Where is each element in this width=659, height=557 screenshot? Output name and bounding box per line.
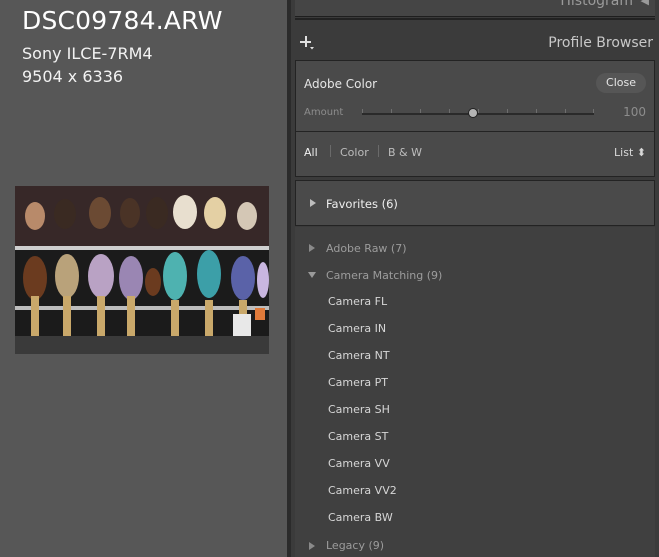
profile-browser-header: Profile Browser <box>291 26 659 60</box>
amount-slider-track[interactable] <box>362 113 594 115</box>
preview-area: DSC09784.ARW Sony ILCE-7RM4 9504 x 6336 <box>0 0 287 557</box>
histogram-label: Histogram <box>560 0 633 9</box>
slider-tick <box>536 109 537 113</box>
slider-tick <box>478 109 479 113</box>
close-button[interactable]: Close <box>596 73 646 93</box>
panel-title: Profile Browser <box>548 35 653 51</box>
updown-chevron-icon: ⬍ <box>636 146 646 159</box>
slider-tick <box>449 109 450 113</box>
histogram-header[interactable]: Histogram ◀ <box>295 0 655 17</box>
group-adobe-raw[interactable]: Adobe Raw (7) <box>326 242 407 255</box>
slider-tick <box>362 109 363 113</box>
view-mode-select[interactable]: List ⬍ <box>614 146 646 159</box>
profile-item[interactable]: Camera BW <box>328 511 393 524</box>
profile-item[interactable]: Camera IN <box>328 322 386 335</box>
disclosure-triangle-open-icon[interactable] <box>308 272 316 278</box>
profile-groups-list: Adobe Raw (7) Camera Matching (9) Camera… <box>295 227 655 557</box>
favorites-label[interactable]: Favorites (6) <box>326 197 398 211</box>
group-legacy[interactable]: Legacy (9) <box>326 539 384 552</box>
profile-item[interactable]: Camera FL <box>328 295 387 308</box>
filter-separator <box>378 145 379 157</box>
slider-tick <box>391 109 392 113</box>
amount-label: Amount <box>304 107 344 118</box>
amount-slider-thumb[interactable] <box>468 108 479 118</box>
slider-tick <box>593 109 594 113</box>
active-profile-name: Adobe Color <box>304 77 378 91</box>
filter-all[interactable]: All <box>304 146 318 159</box>
disclosure-triangle-icon[interactable] <box>309 244 315 252</box>
slider-tick <box>507 109 508 113</box>
disclosure-triangle-icon[interactable] <box>310 199 316 207</box>
divider-line <box>295 18 655 20</box>
profile-item[interactable]: Camera VV2 <box>328 484 397 497</box>
collapse-arrow-icon[interactable]: ◀ <box>641 0 649 7</box>
plus-icon[interactable] <box>299 35 315 51</box>
group-camera-matching[interactable]: Camera Matching (9) <box>326 269 442 282</box>
photo-thumbnail[interactable] <box>15 186 269 354</box>
filter-separator <box>330 145 331 157</box>
active-profile-box: Adobe Color Close Amount 100 <box>295 60 655 132</box>
view-mode-label: List <box>614 146 634 159</box>
profile-item[interactable]: Camera PT <box>328 376 388 389</box>
filename: DSC09784.ARW <box>22 6 223 35</box>
profile-item[interactable]: Camera ST <box>328 430 388 443</box>
filter-bar: All Color B & W List ⬍ <box>295 131 655 177</box>
profile-item[interactable]: Camera SH <box>328 403 390 416</box>
amount-value[interactable]: 100 <box>623 105 646 119</box>
slider-tick <box>565 109 566 113</box>
filter-color[interactable]: Color <box>340 146 369 159</box>
profile-browser-panel: Histogram ◀ Profile Browser Adobe Color … <box>291 0 659 557</box>
filter-bw[interactable]: B & W <box>388 146 422 159</box>
profile-item[interactable]: Camera NT <box>328 349 390 362</box>
image-dimensions: 9504 x 6336 <box>22 67 124 86</box>
favorites-group[interactable]: Favorites (6) <box>295 180 655 226</box>
disclosure-triangle-icon[interactable] <box>309 542 315 550</box>
camera-model: Sony ILCE-7RM4 <box>22 44 153 63</box>
profile-item[interactable]: Camera VV <box>328 457 390 470</box>
slider-tick <box>420 109 421 113</box>
